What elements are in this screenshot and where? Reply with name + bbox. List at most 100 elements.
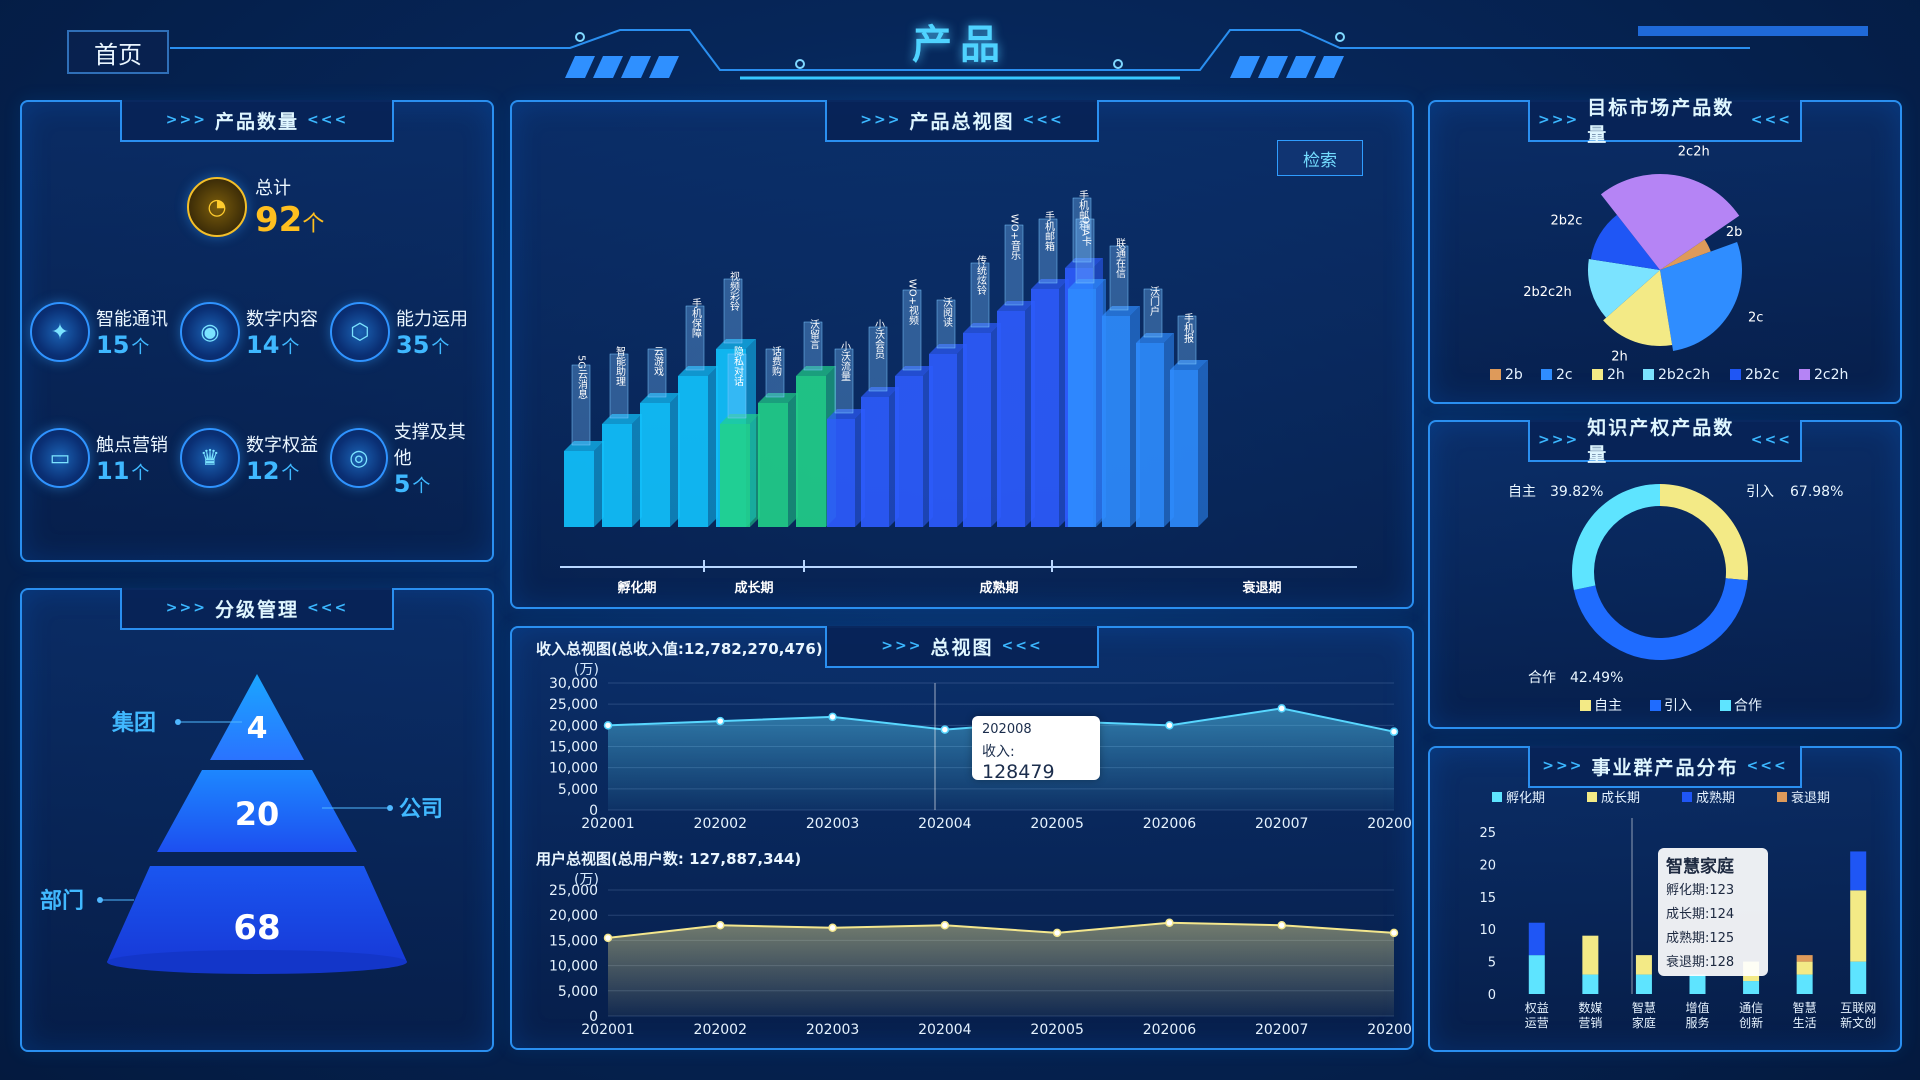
product-tag: 小沃流量 <box>839 341 851 381</box>
stacked-bar <box>1743 981 1760 994</box>
lightbulb-icon: ✦ <box>30 302 90 362</box>
metric-unit: 个 <box>281 337 300 358</box>
series-point <box>940 725 950 734</box>
legend-swatch <box>1777 792 1787 802</box>
overview-bar <box>1136 343 1164 527</box>
x-tick-label: 202007 <box>1255 816 1308 832</box>
y-tick-label: 10,000 <box>549 959 598 975</box>
x-tick-label: 202002 <box>694 816 747 832</box>
total-block: ◔ 总计 92个 <box>187 174 324 240</box>
stage-label: 孵化期 <box>617 580 656 596</box>
overview-bar <box>602 424 632 527</box>
y-tick-label: 30,000 <box>549 676 598 692</box>
grading-value-dept: 68 <box>233 908 280 948</box>
metric-item: ▭ 触点营销 11 个 <box>30 418 180 498</box>
legend-swatch <box>1730 369 1741 380</box>
pie-label: 2b2c2h <box>1523 285 1571 300</box>
metric-value: 5 <box>393 470 411 498</box>
product-count-title: >>> 产品数量 <<< <box>120 100 394 142</box>
overview-bar <box>827 419 855 527</box>
series-point <box>1389 727 1399 736</box>
grading-label-company: 公司 <box>399 797 443 822</box>
overview-bar <box>720 424 750 527</box>
x-tick-label: 202003 <box>806 816 859 832</box>
donut-slice <box>1660 484 1748 581</box>
x-tick-label: 增值 <box>1685 1000 1709 1015</box>
overview-bar <box>640 403 670 527</box>
ip-import-pct: 67.98% <box>1790 484 1843 500</box>
x-tick-label: 202005 <box>1030 816 1083 832</box>
grading-label-group: 集团 <box>111 710 156 736</box>
bg-tooltip-row: 衰退期:128 <box>1666 955 1735 970</box>
product-tag: 手机邮箱 <box>1043 210 1055 252</box>
grading-panel: >>> 分级管理 <<< 4 20 68 集团 公司 部门 <box>20 588 494 1052</box>
x-tick-label: 通信 <box>1739 1001 1763 1015</box>
x-tick-label: 202006 <box>1143 1022 1197 1038</box>
legend-swatch <box>1720 700 1731 711</box>
stacked-bar <box>1796 961 1813 975</box>
ip-panel: >>> 知识产权产品数量 <<< 自主 39.82% 引入 67.98% 合作 42… <box>1428 417 1902 729</box>
y-tick-label: 25,000 <box>549 883 598 899</box>
business-groups-panel: >>> 事业群产品分布 <<< 25 20 15 10 5 0 权益 运营 数媒 营销 智慧 家庭 增值 服务… <box>1428 746 1902 1052</box>
x-tick-label: 服务 <box>1685 1015 1709 1030</box>
y-tick-label: 25,000 <box>549 697 598 713</box>
y-tick-label: 20 <box>1479 858 1496 873</box>
tooltip-value: 128479 <box>982 761 1055 783</box>
legend-label: 衰退期 <box>1791 790 1830 806</box>
y-tick-label: 10 <box>1479 923 1496 938</box>
revenue-chart-label: 收入总视图(总收入值:12,782,270,476) <box>536 640 823 658</box>
overview-bar <box>1102 316 1130 527</box>
legend-label: 自主 <box>1594 698 1622 714</box>
stacked-bar <box>1635 974 1652 994</box>
product-metrics-grid: ✦ 智能通讯 15 个 ◉ 数字内容 14 个 ⬡ 能力运用 35 个 ▭ 触点营销 11 个 … <box>30 302 480 498</box>
legend-label: 孵化期 <box>1506 791 1545 806</box>
series-area <box>608 922 1394 1016</box>
x-tick-label: 创新 <box>1739 1015 1763 1030</box>
metric-label: 触点营销 <box>96 435 168 456</box>
overview-chart: 5G云消息 智能助理 云游戏 手机保障 视频彩铃孵化期 隐私对话 话费购 沃留言成长期 小沃流量… <box>560 189 1357 596</box>
product-tag: WO+视频 <box>907 279 919 326</box>
metric-item: ✦ 智能通讯 15 个 <box>30 302 180 362</box>
grading-value-company: 20 <box>235 795 280 833</box>
total-view-charts: 收入总视图(总收入值:12,782,270,476) (万) 用户总视图(总用户… <box>536 640 1412 1038</box>
x-tick-label: 权益 <box>1525 1001 1549 1015</box>
metric-item: ♛ 数字权益 12 个 <box>180 418 330 498</box>
x-tick-label: 202001 <box>581 1022 634 1038</box>
legend-label: 合作 <box>1734 698 1762 714</box>
product-tag: 小沃会员 <box>873 319 885 360</box>
series-point <box>1052 928 1062 938</box>
support-icon: ◎ <box>330 428 388 488</box>
y-tick-label: 5 <box>1488 956 1496 971</box>
legend-label: 2c <box>1556 367 1573 383</box>
pie-label: 2c <box>1748 311 1763 326</box>
metric-item: ⬡ 能力运用 35 个 <box>330 302 480 362</box>
y-tick-label: 20,000 <box>549 718 598 734</box>
camera-icon: ◉ <box>180 302 240 362</box>
series-point <box>1165 918 1174 928</box>
stacked-bar <box>1582 974 1599 994</box>
overview-bar <box>1068 289 1096 527</box>
x-tick-label: 202008 <box>1367 816 1412 832</box>
legend-swatch <box>1592 369 1603 380</box>
stacked-bar <box>1528 955 1545 994</box>
x-tick-label: 新文创 <box>1840 1015 1876 1030</box>
metric-value: 15 <box>96 331 130 359</box>
ip-self-label: 自主 <box>1508 484 1536 500</box>
cube-icon: ⬡ <box>330 302 390 362</box>
y-tick-label: 10,000 <box>549 761 598 777</box>
pie-label: 2b2c <box>1550 213 1582 228</box>
stage-label: 成长期 <box>734 580 773 596</box>
series-point <box>716 716 725 726</box>
total-unit: 个 <box>302 212 325 237</box>
legend-label: 成熟期 <box>1696 790 1735 806</box>
overview-bar-side <box>1198 360 1208 527</box>
overview-bar <box>796 376 826 527</box>
header-decoration <box>170 26 1868 80</box>
x-tick-label: 智慧 <box>1632 1000 1656 1015</box>
product-tag: OTA卡 <box>1080 216 1092 247</box>
x-tick-label: 智慧 <box>1793 1000 1817 1015</box>
stage-label: 成熟期 <box>979 580 1018 596</box>
total-value: 92 <box>255 200 303 240</box>
metric-label: 能力运用 <box>396 309 468 330</box>
y-tick-label: 15 <box>1479 891 1496 906</box>
